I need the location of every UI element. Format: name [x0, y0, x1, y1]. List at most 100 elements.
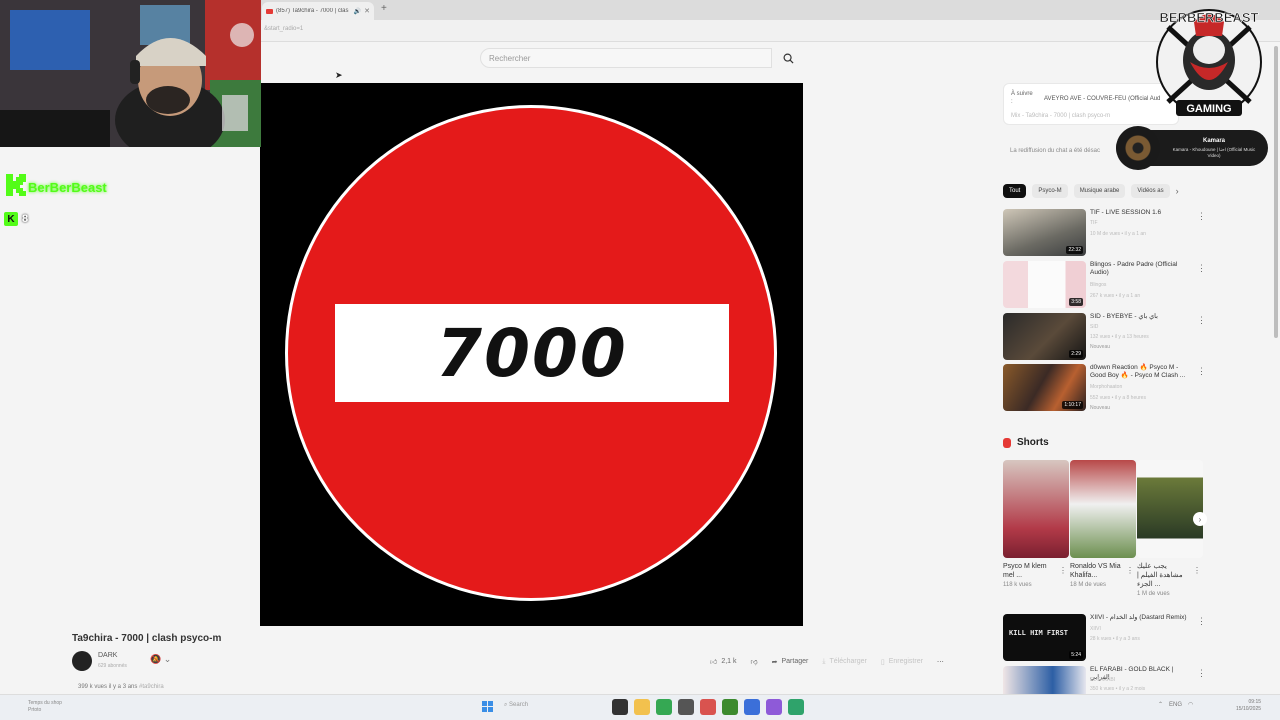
download-button[interactable]: ⤓ Télécharger — [818, 656, 870, 668]
windows-start-icon[interactable] — [482, 701, 493, 712]
weather-widget[interactable]: Temps du shop Prtoto — [14, 700, 62, 714]
short-thumbnail[interactable] — [1070, 460, 1136, 558]
short-item[interactable]: يجب عليك مشاهدة الفيلم | الجزء ... 1 M d… — [1137, 460, 1203, 597]
channel-avatar[interactable] — [72, 651, 92, 671]
system-tray: ⌃ ENG ◠ — [1158, 701, 1193, 709]
recommendation-title[interactable]: XIIVI - ولد الخدام (Dastard Remix) — [1090, 614, 1190, 622]
app-icon[interactable] — [700, 699, 716, 715]
more-vert-icon[interactable]: ⋮ — [1197, 616, 1206, 627]
chip-psyco-m[interactable]: Psyco-M — [1032, 184, 1068, 198]
recommendation-title[interactable]: Blingos - Padre Padre (Official Audio) — [1090, 261, 1190, 277]
taskbar-search-label: Search — [509, 702, 529, 708]
chrome-icon[interactable] — [656, 699, 672, 715]
close-tab-icon[interactable]: ✕ — [364, 7, 370, 15]
more-vert-icon[interactable]: ⋮ — [1197, 668, 1203, 679]
language-indicator[interactable]: ENG — [1169, 702, 1182, 708]
recommendation-item[interactable]: 1:10:17 d0wwn Reaction 🔥 Psyco M - Good … — [1003, 364, 1206, 412]
youtube-favicon-icon — [266, 8, 273, 14]
recommendation-channel: Blingos — [1090, 282, 1107, 288]
short-title[interactable]: يجب عليك مشاهدة الفيلم | الجزء ... — [1137, 562, 1189, 589]
chevron-right-icon[interactable]: › — [1176, 186, 1179, 196]
recommendation-item[interactable]: 3:58 Blingos - Padre Padre (Official Aud… — [1003, 261, 1206, 309]
search-button[interactable] — [772, 48, 804, 68]
short-thumbnail[interactable] — [1003, 460, 1069, 558]
recommendation-item[interactable]: 2:29 SID - BYEBYE - باي باي SID 132 vues… — [1003, 313, 1206, 361]
chip-all[interactable]: Tout — [1003, 184, 1027, 198]
hashtag[interactable]: #ta9chira — [139, 684, 164, 690]
duration-badge: 3:58 — [1069, 298, 1083, 306]
short-item[interactable]: Psyco M klem mel ... 118 k vues ⋮ — [1003, 460, 1069, 588]
logo-text-bottom: GAMING — [1186, 103, 1231, 115]
filter-chips: Tout Psyco-M Musique arabe Vidéos as › — [1003, 184, 1179, 198]
browser-icon[interactable] — [788, 699, 804, 715]
recommendation-item[interactable]: 22:32 TIF - LIVE SESSION 1.6 TIF 10 M de… — [1003, 209, 1206, 257]
recommendation-item[interactable]: KILL HIM FIRST 5:24 XIIVI - ولد الخدام (… — [1003, 614, 1206, 662]
kick-app-icon[interactable] — [722, 699, 738, 715]
like-button[interactable]: 👍︎ 2,1 k — [706, 655, 741, 668]
taskbar-apps — [612, 699, 804, 715]
save-button[interactable]: ▯ Enregistrer — [877, 656, 927, 668]
taskbar-search[interactable]: ⌕ Search — [504, 702, 528, 709]
mix-label: Mix - Ta9chira - 7000 | clash psyco-m — [1011, 113, 1111, 119]
video-thumbnail[interactable]: 2:29 — [1003, 313, 1086, 360]
short-thumbnail[interactable] — [1137, 460, 1203, 558]
subscribed-bell-button[interactable]: 🔕 ⌄ — [150, 654, 178, 668]
now-playing-widget: Kamara Kamara - Khoudoune | احنا (Offici… — [1116, 126, 1268, 170]
scrollbar-thumb[interactable] — [1274, 46, 1278, 338]
video-thumbnail[interactable] — [1003, 666, 1086, 694]
more-vert-icon[interactable]: ⋮ — [1126, 566, 1134, 575]
chevron-up-icon[interactable]: ⌃ — [1158, 701, 1163, 708]
video-thumbnail[interactable]: 22:32 — [1003, 209, 1086, 256]
no-entry-sign: 7000 — [285, 105, 777, 601]
terminal-icon[interactable] — [612, 699, 628, 715]
page-scrollbar[interactable] — [1272, 42, 1280, 694]
share-icon: ➦ — [771, 658, 778, 666]
more-vert-icon[interactable]: ⋮ — [1193, 566, 1201, 575]
new-badge: Nouveau — [1090, 405, 1111, 411]
speaker-icon[interactable]: 🔊 — [354, 8, 361, 15]
short-title[interactable]: Psyco M klem mel ... — [1003, 562, 1055, 580]
file-explorer-icon[interactable] — [634, 699, 650, 715]
save-icon: ▯ — [880, 658, 885, 666]
obs-icon[interactable] — [678, 699, 694, 715]
new-badge: Nouveau — [1090, 344, 1111, 350]
recommendation-title[interactable]: TIF - LIVE SESSION 1.6 — [1090, 209, 1190, 217]
recommendation-title[interactable]: SID - BYEBYE - باي باي — [1090, 313, 1190, 321]
more-vert-icon[interactable]: ⋮ — [1197, 211, 1206, 222]
video-thumbnail[interactable]: 1:10:17 — [1003, 364, 1086, 411]
share-button[interactable]: ➦ Partager — [768, 656, 813, 668]
chevron-right-icon[interactable]: › — [1193, 512, 1207, 526]
up-next-title[interactable]: AVEYRO AVE - COUVRE-FEU (Official Aud — [1044, 96, 1160, 102]
new-tab-button[interactable]: + — [381, 3, 387, 14]
windows-taskbar: Temps du shop Prtoto ⌕ Search ⌃ ENG ◠ 09… — [0, 694, 1280, 720]
recommendation-views: 28 k vues • il y a 3 ans — [1090, 636, 1140, 642]
video-meta: 399 k vues il y a 3 ans #ta9chira — [78, 684, 164, 690]
wifi-icon[interactable]: ◠ — [1188, 701, 1193, 708]
dislike-button[interactable]: 👎︎ — [747, 655, 762, 668]
video-player[interactable]: 7000 — [260, 83, 803, 626]
more-vert-icon[interactable]: ⋮ — [1197, 263, 1206, 274]
recommendation-title[interactable]: d0wwn Reaction 🔥 Psyco M - Good Boy 🔥 - … — [1090, 364, 1190, 380]
chip-videos[interactable]: Vidéos as — [1131, 184, 1170, 198]
vscode-icon[interactable] — [744, 699, 760, 715]
short-item[interactable]: Ronaldo VS Mia Khalifa... 18 M de vues ⋮ — [1070, 460, 1136, 588]
channel-name[interactable]: DARK — [98, 652, 117, 659]
video-thumbnail[interactable]: KILL HIM FIRST 5:24 — [1003, 614, 1086, 661]
chip-arabic-music[interactable]: Musique arabe — [1073, 184, 1126, 198]
short-title[interactable]: Ronaldo VS Mia Khalifa... — [1070, 562, 1122, 580]
search-input[interactable]: Rechercher — [480, 48, 772, 68]
thumbs-down-icon: 👎︎ — [750, 659, 758, 666]
clock-time: 09:15 — [1248, 699, 1262, 705]
recommendation-views: 132 vues • il y a 13 heures — [1090, 334, 1149, 340]
more-vert-icon[interactable]: ⋮ — [1197, 315, 1206, 326]
browser-tab[interactable]: (857) Ta9chira - 7000 | clas 🔊 ✕ — [262, 2, 374, 20]
share-label: Partager — [781, 658, 809, 665]
recommendation-views: 552 vues • il y a 8 heures — [1090, 395, 1146, 401]
more-vert-icon[interactable]: ⋮ — [1059, 566, 1067, 575]
recommendation-item[interactable]: EL FARABI - GOLD BLACK | الفرابي EL FARA… — [1003, 666, 1203, 694]
more-vert-icon[interactable]: ⋮ — [1197, 366, 1206, 377]
taskbar-clock[interactable]: 09:15 15/10/2025 — [1236, 699, 1261, 713]
more-actions-icon[interactable]: ⋯ — [933, 656, 948, 668]
discord-icon[interactable] — [766, 699, 782, 715]
video-thumbnail[interactable]: 3:58 — [1003, 261, 1086, 308]
